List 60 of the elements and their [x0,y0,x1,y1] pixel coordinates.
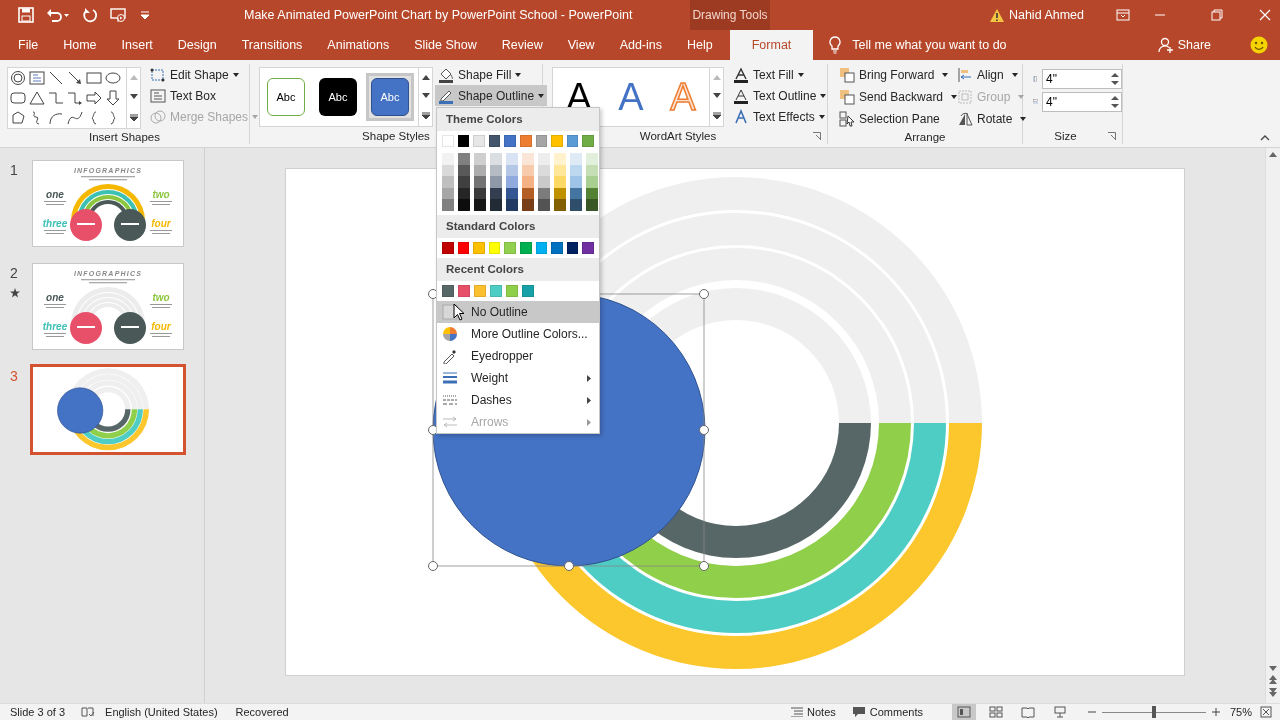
command-button[interactable]: Edit Shape [147,64,262,85]
notes-button[interactable]: Notes [788,704,839,720]
ribbon-tab[interactable]: Review [489,30,555,60]
section-heading: Recent Colors [437,258,599,282]
command-button[interactable]: Text Outline [730,85,830,106]
user-name[interactable]: Nahid Ahmed [1008,5,1084,25]
style-preset[interactable]: Abc [366,73,414,121]
slide-number: 2 [10,264,18,283]
group-label: Shape Styles [362,130,430,142]
command-button[interactable]: Bring Forward [836,64,952,85]
ribbon-tab[interactable]: Format [729,30,814,60]
ribbon-tab[interactable]: Transitions [229,30,315,60]
command-button[interactable]: Shape Fill [435,64,548,85]
slide-label: three [42,321,68,332]
ribbon-tab[interactable]: Insert [109,30,165,60]
group-label: Size [1053,129,1078,144]
comments-button[interactable]: Comments [848,704,926,720]
context-tab-label: Drawing Tools [690,0,770,30]
slide-label: three [42,218,68,229]
zoom-level[interactable]: 75% [1229,703,1252,720]
ribbon-tab[interactable]: File [6,30,51,60]
tell-me-field[interactable]: Tell me what you want to do [850,34,1091,56]
group-label: Arrange [904,131,946,143]
ribbon-tab[interactable]: View [555,30,607,60]
menu-item[interactable]: No Outline [437,301,599,324]
ribbon-tab[interactable]: Help [675,30,725,60]
slide-label: four [151,218,171,229]
group-label: Insert Shapes [89,131,160,143]
section-heading: Theme Colors [437,108,599,132]
slide-label: two [152,189,170,200]
menu-item[interactable]: Weight [437,367,599,390]
command-button[interactable]: Text Box [147,85,262,106]
group-label: WordArt Styles [639,129,717,144]
command-button[interactable]: Text Fill [730,64,830,85]
ribbon-tab[interactable]: Slide Show [402,30,489,60]
slide-label: four [151,321,171,332]
save-status: Recovered [235,704,289,720]
window-title: Make Animated PowerPoint Chart by PowerPoint School - PowerPoint [244,6,634,24]
menu-item[interactable]: Dashes [437,389,599,412]
slide-number: 3 [10,367,18,386]
wordart-preset[interactable]: A [605,78,657,116]
ribbon-tab[interactable]: Design [165,30,229,60]
menu-item[interactable]: More Outline Colors... [437,323,599,346]
command-button[interactable]: Text Effects [730,106,830,127]
menu-item[interactable]: Eyedropper [437,345,599,368]
share-button[interactable]: Share [1154,34,1214,56]
command-button[interactable]: Shape Outline [435,85,548,106]
command-button[interactable]: Align [954,64,1021,85]
slide-indicator: Slide 3 of 3 [10,704,66,720]
slide-label: one [46,292,64,303]
command-button[interactable]: Selection Pane [836,108,943,129]
slide-label: one [46,189,64,200]
language-indicator[interactable]: English (United States) [105,703,218,720]
ribbon-tab[interactable]: Animations [315,30,402,60]
ribbon-tab[interactable]: Add-ins [607,30,674,60]
section-heading: Standard Colors [437,214,599,238]
slide-label: two [152,292,170,303]
command-button[interactable]: Rotate [954,108,1030,129]
ribbon-tab[interactable]: Home [51,30,109,60]
slide-number: 1 [10,161,18,180]
